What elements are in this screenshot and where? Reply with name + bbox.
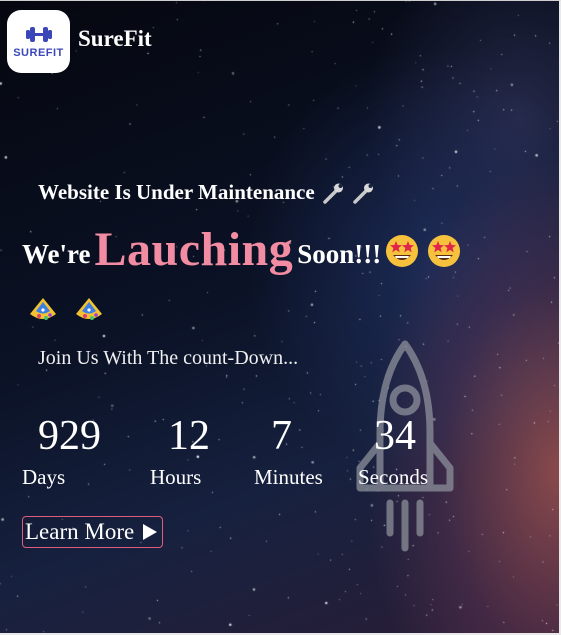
countdown-days-label: Days xyxy=(22,465,66,489)
headline-prefix: We're xyxy=(22,239,91,269)
learn-more-label: Learn More xyxy=(25,519,135,544)
headline-suffix: Soon!!! xyxy=(297,239,382,269)
wrench-icon xyxy=(322,183,343,204)
countdown-hours-value: 12 xyxy=(168,413,210,459)
learn-more-button[interactable]: Learn More xyxy=(22,516,164,548)
headline-highlight: Lauching xyxy=(94,223,294,276)
maintenance-notice: Website Is Under Maintenance xyxy=(38,180,375,205)
join-countdown-text: Join Us With The count-Down... xyxy=(38,347,299,369)
party-popper-icon xyxy=(30,298,56,320)
launch-headline: We're Lauching Soon!!! xyxy=(22,226,547,284)
surefit-logo[interactable]: SUREFIT xyxy=(7,10,70,73)
star-struck-emoji-icon xyxy=(385,234,419,284)
dumbbell-icon xyxy=(26,27,52,42)
star-struck-emoji-icon xyxy=(427,234,461,284)
maintenance-text: Website Is Under Maintenance xyxy=(38,180,315,204)
countdown-days-value: 929 xyxy=(38,413,101,459)
party-popper-icon xyxy=(76,298,102,320)
countdown-seconds-value: 34 xyxy=(374,413,416,459)
countdown-minutes-value: 7 xyxy=(271,413,292,459)
party-emoji-row xyxy=(26,294,106,328)
countdown-hours-label: Hours xyxy=(150,465,202,489)
wrench-icon xyxy=(352,183,373,204)
play-arrow-icon xyxy=(143,524,158,540)
countdown-seconds-label: Seconds xyxy=(358,465,428,489)
brand-name: SureFit xyxy=(78,26,152,51)
logo-wordmark: SUREFIT xyxy=(13,47,64,59)
countdown-minutes-label: Minutes xyxy=(254,465,323,489)
